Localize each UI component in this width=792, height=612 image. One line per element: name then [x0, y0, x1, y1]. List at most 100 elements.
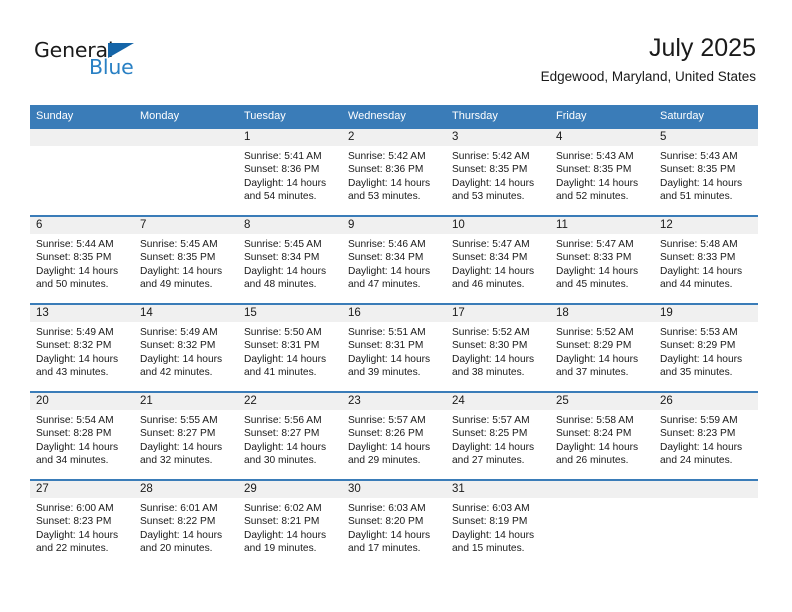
- sunset-time: Sunset: 8:23 PM: [36, 516, 112, 528]
- sunrise-time: Sunrise: 5:49 AM: [36, 327, 114, 338]
- day-cell[interactable]: 25 Sunrise: 5:58 AM Sunset: 8:24 PM Dayligh…: [550, 391, 654, 480]
- sunrise-time: Sunrise: 5:52 AM: [556, 327, 634, 338]
- day-cell-content: 13 Sunrise: 5:49 AM Sunset: 8:32 PM Dayligh…: [30, 305, 134, 391]
- day-cell[interactable]: 26 Sunrise: 5:59 AM Sunset: 8:23 PM Dayligh…: [654, 391, 758, 480]
- daylight-duration-line1: Daylight: 14 hours: [452, 353, 535, 365]
- day-cell-content: [550, 481, 654, 567]
- calendar-week-row: 20 Sunrise: 5:54 AM Sunset: 8:28 PM Dayligh…: [30, 391, 758, 480]
- sunrise-sunset-calendar: Sunday Monday Tuesday Wednesday Thursday Frid…: [30, 105, 758, 568]
- day-number: 5: [654, 129, 758, 146]
- day-cell[interactable]: 20 Sunrise: 5:54 AM Sunset: 8:28 PM Dayligh…: [30, 391, 134, 480]
- day-cell-content: 16 Sunrise: 5:51 AM Sunset: 8:31 PM Dayligh…: [342, 305, 446, 391]
- sunrise-time: Sunrise: 5:47 AM: [556, 239, 634, 250]
- day-cell[interactable]: 11 Sunrise: 5:47 AM Sunset: 8:33 PM Dayligh…: [550, 215, 654, 304]
- daylight-duration-line2: and 42 minutes.: [140, 367, 213, 379]
- day-cell[interactable]: 3 Sunrise: 5:42 AM Sunset: 8:35 PM Daylight…: [446, 127, 550, 216]
- day-details: Sunrise: 5:48 AM Sunset: 8:33 PM Daylight:…: [654, 234, 758, 292]
- day-cell-empty: [654, 479, 758, 568]
- day-cell[interactable]: 28 Sunrise: 6:01 AM Sunset: 8:22 PM Dayligh…: [134, 479, 238, 568]
- sunset-time: Sunset: 8:34 PM: [452, 252, 528, 264]
- brand-logo[interactable]: General Blue: [34, 38, 154, 84]
- sunrise-time: Sunrise: 5:42 AM: [348, 151, 426, 162]
- day-cell[interactable]: 16 Sunrise: 5:51 AM Sunset: 8:31 PM Dayligh…: [342, 303, 446, 392]
- daylight-duration-line2: and 24 minutes.: [660, 455, 733, 467]
- sunrise-time: Sunrise: 5:50 AM: [244, 327, 322, 338]
- day-details: Sunrise: 6:00 AM Sunset: 8:23 PM Daylight:…: [30, 498, 134, 556]
- daylight-duration-line2: and 43 minutes.: [36, 367, 109, 379]
- day-number: [134, 129, 238, 146]
- sunrise-time: Sunrise: 5:56 AM: [244, 415, 322, 426]
- day-number: 16: [342, 305, 446, 322]
- page-header: General Blue July 2025 Edgewood, Marylan…: [0, 0, 792, 100]
- day-cell[interactable]: 15 Sunrise: 5:50 AM Sunset: 8:31 PM Dayligh…: [238, 303, 342, 392]
- day-cell[interactable]: 8 Sunrise: 5:45 AM Sunset: 8:34 PM Daylight…: [238, 215, 342, 304]
- daylight-duration-line2: and 27 minutes.: [452, 455, 525, 467]
- day-cell[interactable]: 12 Sunrise: 5:48 AM Sunset: 8:33 PM Dayligh…: [654, 215, 758, 304]
- sunset-time: Sunset: 8:35 PM: [36, 252, 112, 264]
- sunrise-time: Sunrise: 5:42 AM: [452, 151, 530, 162]
- sunset-time: Sunset: 8:25 PM: [452, 428, 528, 440]
- day-cell[interactable]: 22 Sunrise: 5:56 AM Sunset: 8:27 PM Dayligh…: [238, 391, 342, 480]
- sunset-time: Sunset: 8:35 PM: [140, 252, 216, 264]
- day-number: 7: [134, 217, 238, 234]
- day-cell[interactable]: 9 Sunrise: 5:46 AM Sunset: 8:34 PM Daylight…: [342, 215, 446, 304]
- daylight-duration-line2: and 29 minutes.: [348, 455, 421, 467]
- day-cell[interactable]: 1 Sunrise: 5:41 AM Sunset: 8:36 PM Daylight…: [238, 127, 342, 216]
- sunset-time: Sunset: 8:36 PM: [244, 164, 320, 176]
- day-number: 8: [238, 217, 342, 234]
- sunrise-time: Sunrise: 5:53 AM: [660, 327, 738, 338]
- day-cell[interactable]: 29 Sunrise: 6:02 AM Sunset: 8:21 PM Dayligh…: [238, 479, 342, 568]
- daylight-duration-line2: and 22 minutes.: [36, 543, 109, 555]
- sunset-time: Sunset: 8:23 PM: [660, 428, 736, 440]
- day-number: 2: [342, 129, 446, 146]
- sunset-time: Sunset: 8:32 PM: [140, 340, 216, 352]
- sunrise-time: Sunrise: 5:55 AM: [140, 415, 218, 426]
- weekday-header-wednesday: Wednesday: [342, 105, 446, 128]
- day-cell[interactable]: 30 Sunrise: 6:03 AM Sunset: 8:20 PM Dayligh…: [342, 479, 446, 568]
- daylight-duration-line2: and 54 minutes.: [244, 191, 317, 203]
- daylight-duration-line2: and 37 minutes.: [556, 367, 629, 379]
- day-cell[interactable]: 31 Sunrise: 6:03 AM Sunset: 8:19 PM Dayligh…: [446, 479, 550, 568]
- day-cell-content: 21 Sunrise: 5:55 AM Sunset: 8:27 PM Dayligh…: [134, 393, 238, 479]
- day-details: Sunrise: 6:03 AM Sunset: 8:19 PM Daylight:…: [446, 498, 550, 556]
- weekday-header-monday: Monday: [134, 105, 238, 128]
- day-cell[interactable]: 27 Sunrise: 6:00 AM Sunset: 8:23 PM Dayligh…: [30, 479, 134, 568]
- calendar-page: General Blue July 2025 Edgewood, Marylan…: [0, 0, 792, 612]
- day-number: 11: [550, 217, 654, 234]
- day-cell-content: 27 Sunrise: 6:00 AM Sunset: 8:23 PM Dayligh…: [30, 481, 134, 567]
- calendar-week-row: 27 Sunrise: 6:00 AM Sunset: 8:23 PM Dayligh…: [30, 479, 758, 568]
- day-cell-content: 11 Sunrise: 5:47 AM Sunset: 8:33 PM Dayligh…: [550, 217, 654, 303]
- day-cell-content: 9 Sunrise: 5:46 AM Sunset: 8:34 PM Daylight…: [342, 217, 446, 303]
- day-cell[interactable]: 17 Sunrise: 5:52 AM Sunset: 8:30 PM Dayligh…: [446, 303, 550, 392]
- day-number: 6: [30, 217, 134, 234]
- day-number: 24: [446, 393, 550, 410]
- day-details: Sunrise: 5:41 AM Sunset: 8:36 PM Daylight:…: [238, 146, 342, 204]
- day-cell-content: [30, 129, 134, 215]
- day-cell[interactable]: 5 Sunrise: 5:43 AM Sunset: 8:35 PM Daylight…: [654, 127, 758, 216]
- day-cell[interactable]: 4 Sunrise: 5:43 AM Sunset: 8:35 PM Daylight…: [550, 127, 654, 216]
- day-number: 1: [238, 129, 342, 146]
- sunrise-time: Sunrise: 5:57 AM: [348, 415, 426, 426]
- sunset-time: Sunset: 8:27 PM: [140, 428, 216, 440]
- day-cell[interactable]: 23 Sunrise: 5:57 AM Sunset: 8:26 PM Dayligh…: [342, 391, 446, 480]
- day-cell[interactable]: 19 Sunrise: 5:53 AM Sunset: 8:29 PM Dayligh…: [654, 303, 758, 392]
- day-cell[interactable]: 14 Sunrise: 5:49 AM Sunset: 8:32 PM Dayligh…: [134, 303, 238, 392]
- day-details: Sunrise: 5:52 AM Sunset: 8:30 PM Daylight:…: [446, 322, 550, 380]
- daylight-duration-line1: Daylight: 14 hours: [660, 441, 743, 453]
- day-cell[interactable]: 24 Sunrise: 5:57 AM Sunset: 8:25 PM Dayligh…: [446, 391, 550, 480]
- day-cell-content: 2 Sunrise: 5:42 AM Sunset: 8:36 PM Daylight…: [342, 129, 446, 215]
- day-cell[interactable]: 10 Sunrise: 5:47 AM Sunset: 8:34 PM Dayligh…: [446, 215, 550, 304]
- day-cell-content: 8 Sunrise: 5:45 AM Sunset: 8:34 PM Daylight…: [238, 217, 342, 303]
- daylight-duration-line1: Daylight: 14 hours: [244, 441, 327, 453]
- sunset-time: Sunset: 8:21 PM: [244, 516, 320, 528]
- daylight-duration-line1: Daylight: 14 hours: [36, 529, 119, 541]
- day-cell[interactable]: 6 Sunrise: 5:44 AM Sunset: 8:35 PM Daylight…: [30, 215, 134, 304]
- day-cell[interactable]: 21 Sunrise: 5:55 AM Sunset: 8:27 PM Dayligh…: [134, 391, 238, 480]
- day-number: [654, 481, 758, 498]
- day-cell-content: 6 Sunrise: 5:44 AM Sunset: 8:35 PM Daylight…: [30, 217, 134, 303]
- daylight-duration-line2: and 44 minutes.: [660, 279, 733, 291]
- day-cell[interactable]: 13 Sunrise: 5:49 AM Sunset: 8:32 PM Dayligh…: [30, 303, 134, 392]
- day-cell[interactable]: 2 Sunrise: 5:42 AM Sunset: 8:36 PM Daylight…: [342, 127, 446, 216]
- day-cell[interactable]: 7 Sunrise: 5:45 AM Sunset: 8:35 PM Daylight…: [134, 215, 238, 304]
- day-cell[interactable]: 18 Sunrise: 5:52 AM Sunset: 8:29 PM Dayligh…: [550, 303, 654, 392]
